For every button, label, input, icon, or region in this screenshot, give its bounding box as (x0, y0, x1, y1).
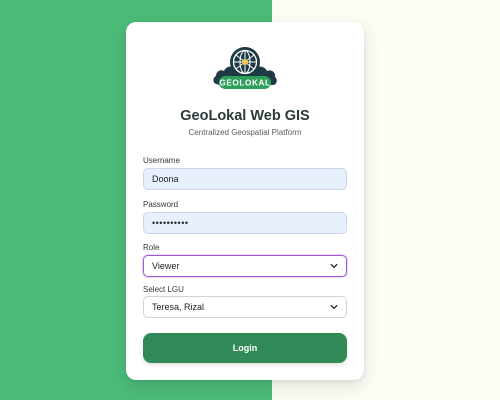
password-masked-value: •••••••••• (152, 218, 189, 228)
lgu-selected-value: Teresa, Rizal (152, 302, 205, 312)
logo-text: GEOLOKAL (219, 79, 270, 88)
role-label: Role (143, 243, 160, 252)
geolokal-logo: GEOLOKAL (211, 42, 279, 100)
password-input[interactable]: •••••••••• (143, 212, 347, 234)
login-button[interactable]: Login (143, 333, 347, 363)
chevron-down-icon (330, 263, 338, 269)
username-input[interactable]: Doona (143, 168, 347, 190)
role-selected-value: Viewer (152, 261, 180, 271)
chevron-down-icon (330, 304, 338, 310)
role-select[interactable]: Viewer (143, 255, 347, 277)
lgu-label: Select LGU (143, 285, 184, 294)
login-card: GEOLOKAL GeoLokal Web GIS Centralized Ge… (126, 22, 364, 380)
username-value: Doona (152, 174, 179, 184)
globe-logo-icon: GEOLOKAL (213, 47, 277, 89)
lgu-select[interactable]: Teresa, Rizal (143, 296, 347, 318)
username-label: Username (143, 156, 180, 165)
page-title: GeoLokal Web GIS (180, 108, 310, 124)
page-subtitle: Centralized Geospatial Platform (188, 128, 302, 137)
password-label: Password (143, 200, 179, 209)
